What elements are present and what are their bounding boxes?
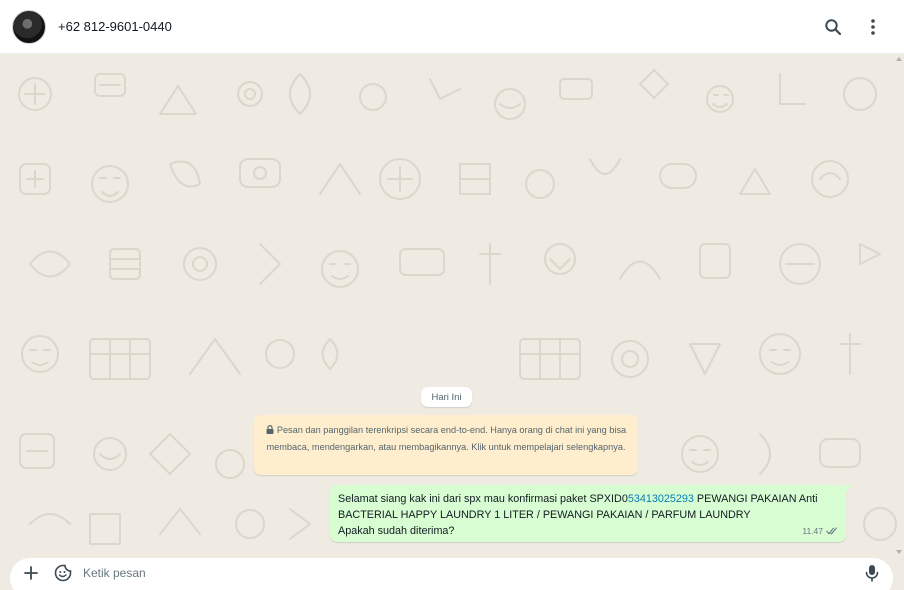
avatar[interactable]	[12, 9, 46, 44]
composer-bar	[10, 558, 893, 590]
encryption-notice-text: Pesan dan panggilan terenkripsi secara e…	[266, 425, 627, 452]
chat-wallpaper	[18, 69, 897, 545]
read-receipt-icon	[826, 527, 837, 535]
chat-area[interactable]: Hari Ini Pesan dan panggilan terenkripsi…	[0, 54, 904, 558]
bubble-tail	[844, 485, 852, 495]
message-text: Selamat siang kak ini dari spx mau konfi…	[338, 491, 838, 523]
header-actions	[820, 14, 892, 40]
composer	[0, 558, 904, 590]
plus-icon[interactable]	[20, 562, 42, 584]
contact-name[interactable]: +62 812-9601-0440	[58, 19, 172, 34]
scroll-down-icon[interactable]	[896, 549, 902, 555]
scroll-up-icon[interactable]	[896, 56, 902, 62]
encryption-notice[interactable]: Pesan dan panggilan terenkripsi secara e…	[254, 415, 638, 475]
sticker-icon[interactable]	[52, 562, 74, 584]
microphone-icon[interactable]	[861, 562, 883, 584]
message-time: 11.47	[802, 526, 823, 536]
lock-icon	[266, 425, 274, 434]
chat-header: +62 812-9601-0440	[0, 0, 904, 54]
search-icon[interactable]	[820, 14, 846, 40]
message-text-prefix: Selamat siang kak ini dari spx mau konfi…	[338, 493, 628, 505]
menu-icon[interactable]	[860, 14, 886, 40]
tracking-number-link[interactable]: 53413025293	[628, 493, 694, 505]
outgoing-message[interactable]: Selamat siang kak ini dari spx mau konfi…	[330, 485, 852, 542]
message-meta: 11.47	[802, 523, 838, 539]
message-input[interactable]	[83, 563, 861, 583]
message-question: Apakah sudah diterima?	[338, 525, 455, 537]
date-chip: Hari Ini	[421, 387, 472, 407]
